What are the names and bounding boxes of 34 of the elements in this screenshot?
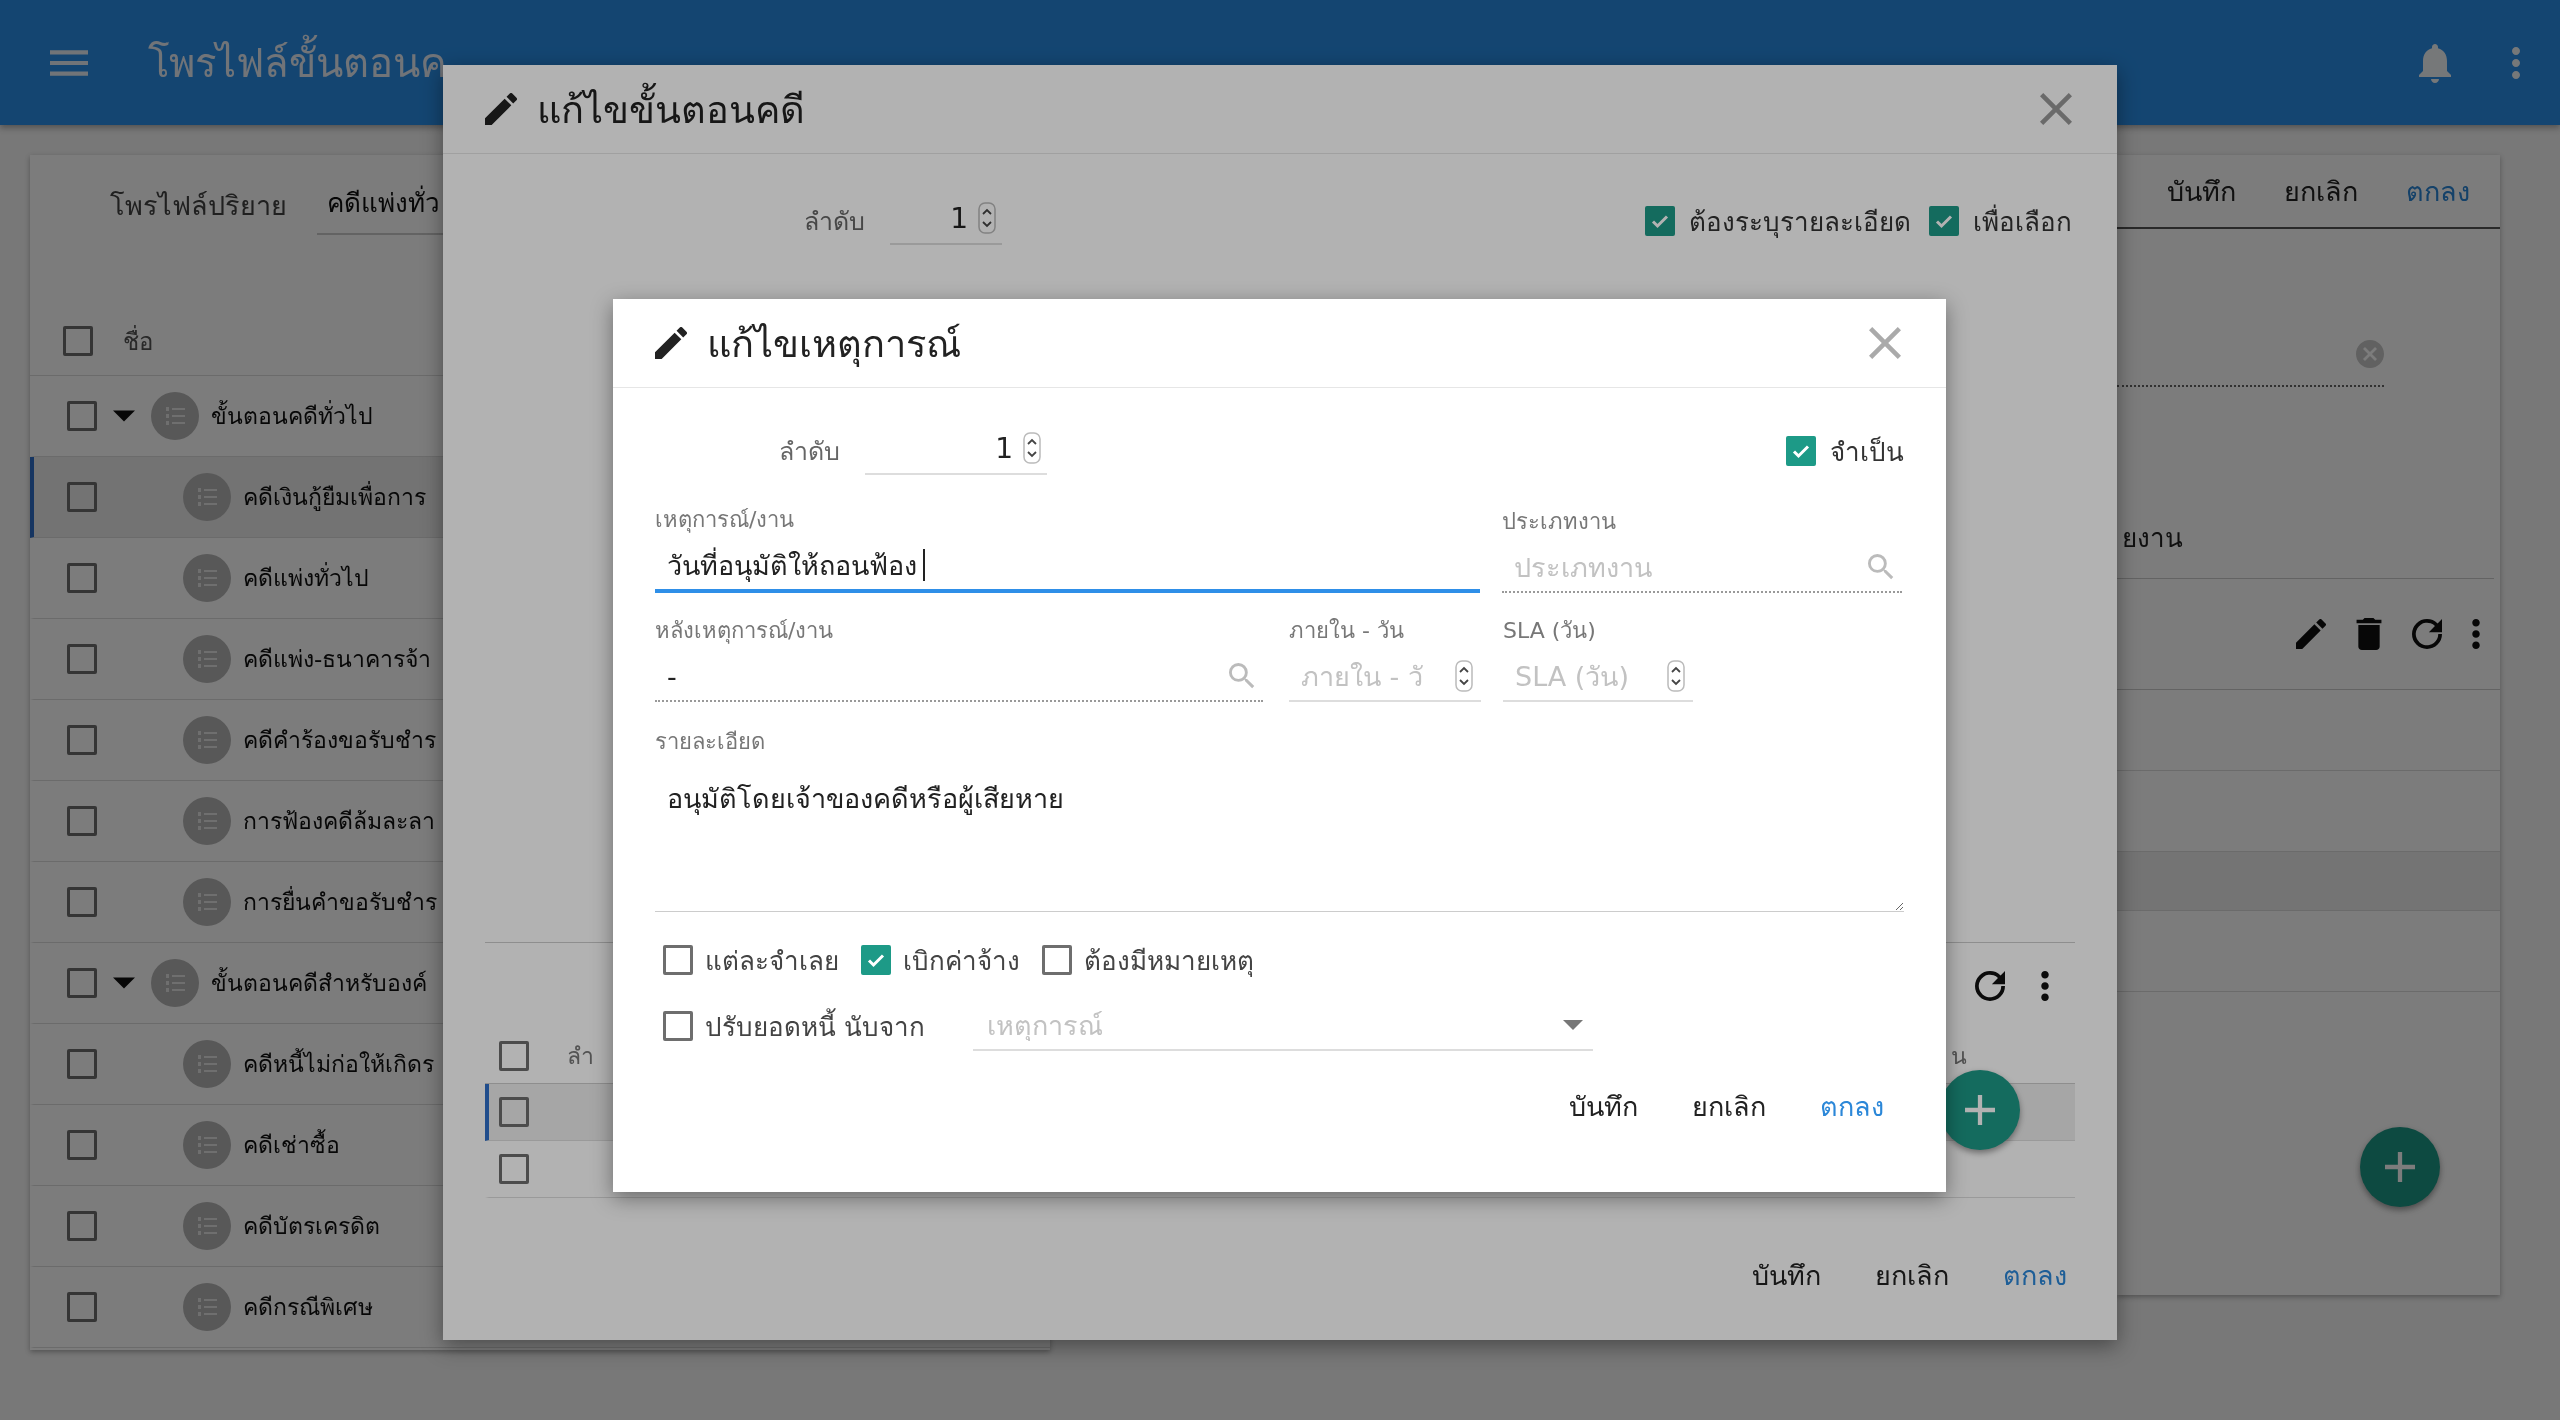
checkbox-label: ต้องมีหมายเหตุ xyxy=(1084,944,1254,979)
field-label: เหตุการณ์/งาน xyxy=(655,506,796,535)
checkbox-label: เบิกค่าจ้าง xyxy=(903,944,1020,978)
field-label: หลังเหตุการณ์/งาน xyxy=(655,617,835,646)
checkbox-label: ต้องระบุรายละเอียด xyxy=(1689,205,1911,240)
tree-item-label: คดีคำร้องขอรับชำร xyxy=(243,726,436,755)
tree-item-label: ขั้นตอนคดีสำหรับองค์ xyxy=(211,965,427,1001)
tree-item-label: คดีแพ่งทั่วไป xyxy=(243,560,369,596)
tree-item-label: คดีบัตรเครดิต xyxy=(243,1212,380,1241)
checkbox-label: จำเป็น xyxy=(1830,435,1904,469)
field-label: SLA (วัน) xyxy=(1503,617,1597,645)
checkbox-label: ปรับยอดหนี้ นับจาก xyxy=(705,1005,926,1047)
tree-item-label: การยื่นคำขอรับชำร xyxy=(243,884,437,920)
field-label: โพรไฟล์ปริยาย xyxy=(110,188,287,223)
field-label: ประเภทงาน xyxy=(1502,508,1617,536)
checkbox-label: เพื่อเลือก xyxy=(1973,203,2072,239)
field-label: ลำดับ xyxy=(778,436,840,468)
column-header: ชื่อ xyxy=(123,324,153,358)
app-title: โพรไฟล์ขั้นตอนค xyxy=(148,30,447,95)
dialog-title: แก้ไขเหตุการณ์ xyxy=(707,320,961,369)
dialog-title: แก้ไขขั้นตอนคดี xyxy=(537,78,805,140)
tree-item-label: คดีเช่าซื้อ xyxy=(243,1127,340,1163)
tree-item-label: การฟ้องคดีล้มละลา xyxy=(243,807,435,836)
column-header: ลำ xyxy=(567,1041,594,1071)
field-label: ภายใน - วัน xyxy=(1289,617,1405,645)
tree-item-label: คดีกรณีพิเศษ xyxy=(243,1293,373,1322)
tree-item-label: ขั้นตอนคดีทั่วไป xyxy=(211,398,373,434)
tree-item-label: คดีแพ่ง-ธนาคารจ้า xyxy=(243,645,432,674)
field-label: รายละเอียด xyxy=(655,728,766,756)
checkbox-label: แต่ละจำเลย xyxy=(705,944,839,978)
tree-item-label: คดีหนี้ไม่ก่อให้เกิดร xyxy=(243,1046,434,1082)
tree-item-label: คดีเงินกู้ยืมเพื่อการ xyxy=(243,479,426,515)
field-label: ลำดับ xyxy=(803,206,865,238)
column-header: น xyxy=(1951,1041,1967,1071)
